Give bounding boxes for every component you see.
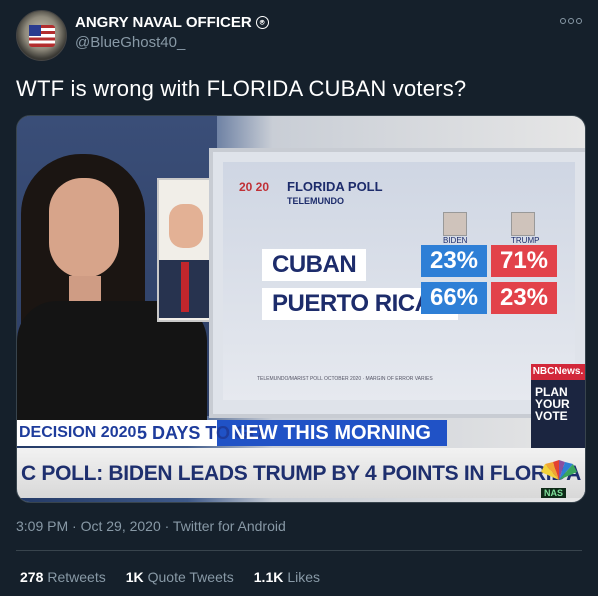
divider bbox=[16, 550, 582, 551]
cuban-biden-value: 23% bbox=[421, 245, 487, 277]
nbc-peacock-icon bbox=[541, 460, 577, 480]
likes-stat[interactable]: 1.1K Likes bbox=[254, 569, 320, 585]
ticker-text: C POLL: BIDEN LEADS TRUMP BY 4 POINTS IN… bbox=[21, 462, 582, 485]
nbc-news-logo: NBCNews. bbox=[531, 364, 585, 380]
segment-label: NEW THIS MORNING bbox=[231, 422, 431, 444]
nbc-promo-text: PLAN YOUR VOTE bbox=[535, 385, 570, 423]
poll-fine-print: TELEMUNDO/MARIST POLL OCTOBER 2020 · MAR… bbox=[257, 376, 433, 382]
quote-tweets-stat[interactable]: 1K Quote Tweets bbox=[126, 569, 234, 585]
tweet-stats: 278 Retweets 1K Quote Tweets 1.1K Likes bbox=[20, 569, 320, 585]
tweet-text: WTF is wrong with FLORIDA CUBAN voters? bbox=[16, 76, 467, 101]
retweets-stat[interactable]: 278 Retweets bbox=[20, 569, 106, 585]
candidate-label-trump: TRUMP bbox=[511, 236, 540, 245]
poll-title: FLORIDA POLL bbox=[287, 179, 383, 194]
poll-subtitle: TELEMUNDO bbox=[287, 196, 344, 206]
row-label-cuban: CUBAN bbox=[262, 249, 367, 281]
tweet-media-image[interactable]: 20 20 FLORIDA POLL TELEMUNDO BIDEN TRUMP… bbox=[16, 115, 586, 503]
more-options-icon[interactable] bbox=[560, 18, 582, 24]
poll-logo: 20 20 bbox=[239, 180, 270, 194]
trump-portrait bbox=[511, 212, 535, 236]
author-handle[interactable]: @BlueGhost40_ bbox=[75, 34, 185, 51]
author-name[interactable]: ANGRY NAVAL OFFICER ⍟ bbox=[75, 14, 269, 31]
poll-screen bbox=[223, 162, 575, 400]
avatar[interactable] bbox=[16, 10, 67, 61]
puerto-rican-trump-value: 23% bbox=[491, 282, 557, 314]
candidate-photo bbox=[157, 178, 217, 322]
tweet-timestamp[interactable]: 3:09 PM · Oct 29, 2020 · Twitter for And… bbox=[16, 518, 286, 534]
flag-emblem-icon bbox=[28, 24, 55, 47]
puerto-rican-biden-value: 66% bbox=[421, 282, 487, 314]
candidate-label-biden: BIDEN bbox=[443, 236, 468, 245]
market-ticker-label: NAS bbox=[541, 488, 567, 498]
decision-2020-label: DECISION 2020 bbox=[19, 424, 137, 441]
naval-badge-icon: ⍟ bbox=[255, 16, 269, 29]
biden-portrait bbox=[443, 212, 467, 236]
cuban-trump-value: 71% bbox=[491, 245, 557, 277]
